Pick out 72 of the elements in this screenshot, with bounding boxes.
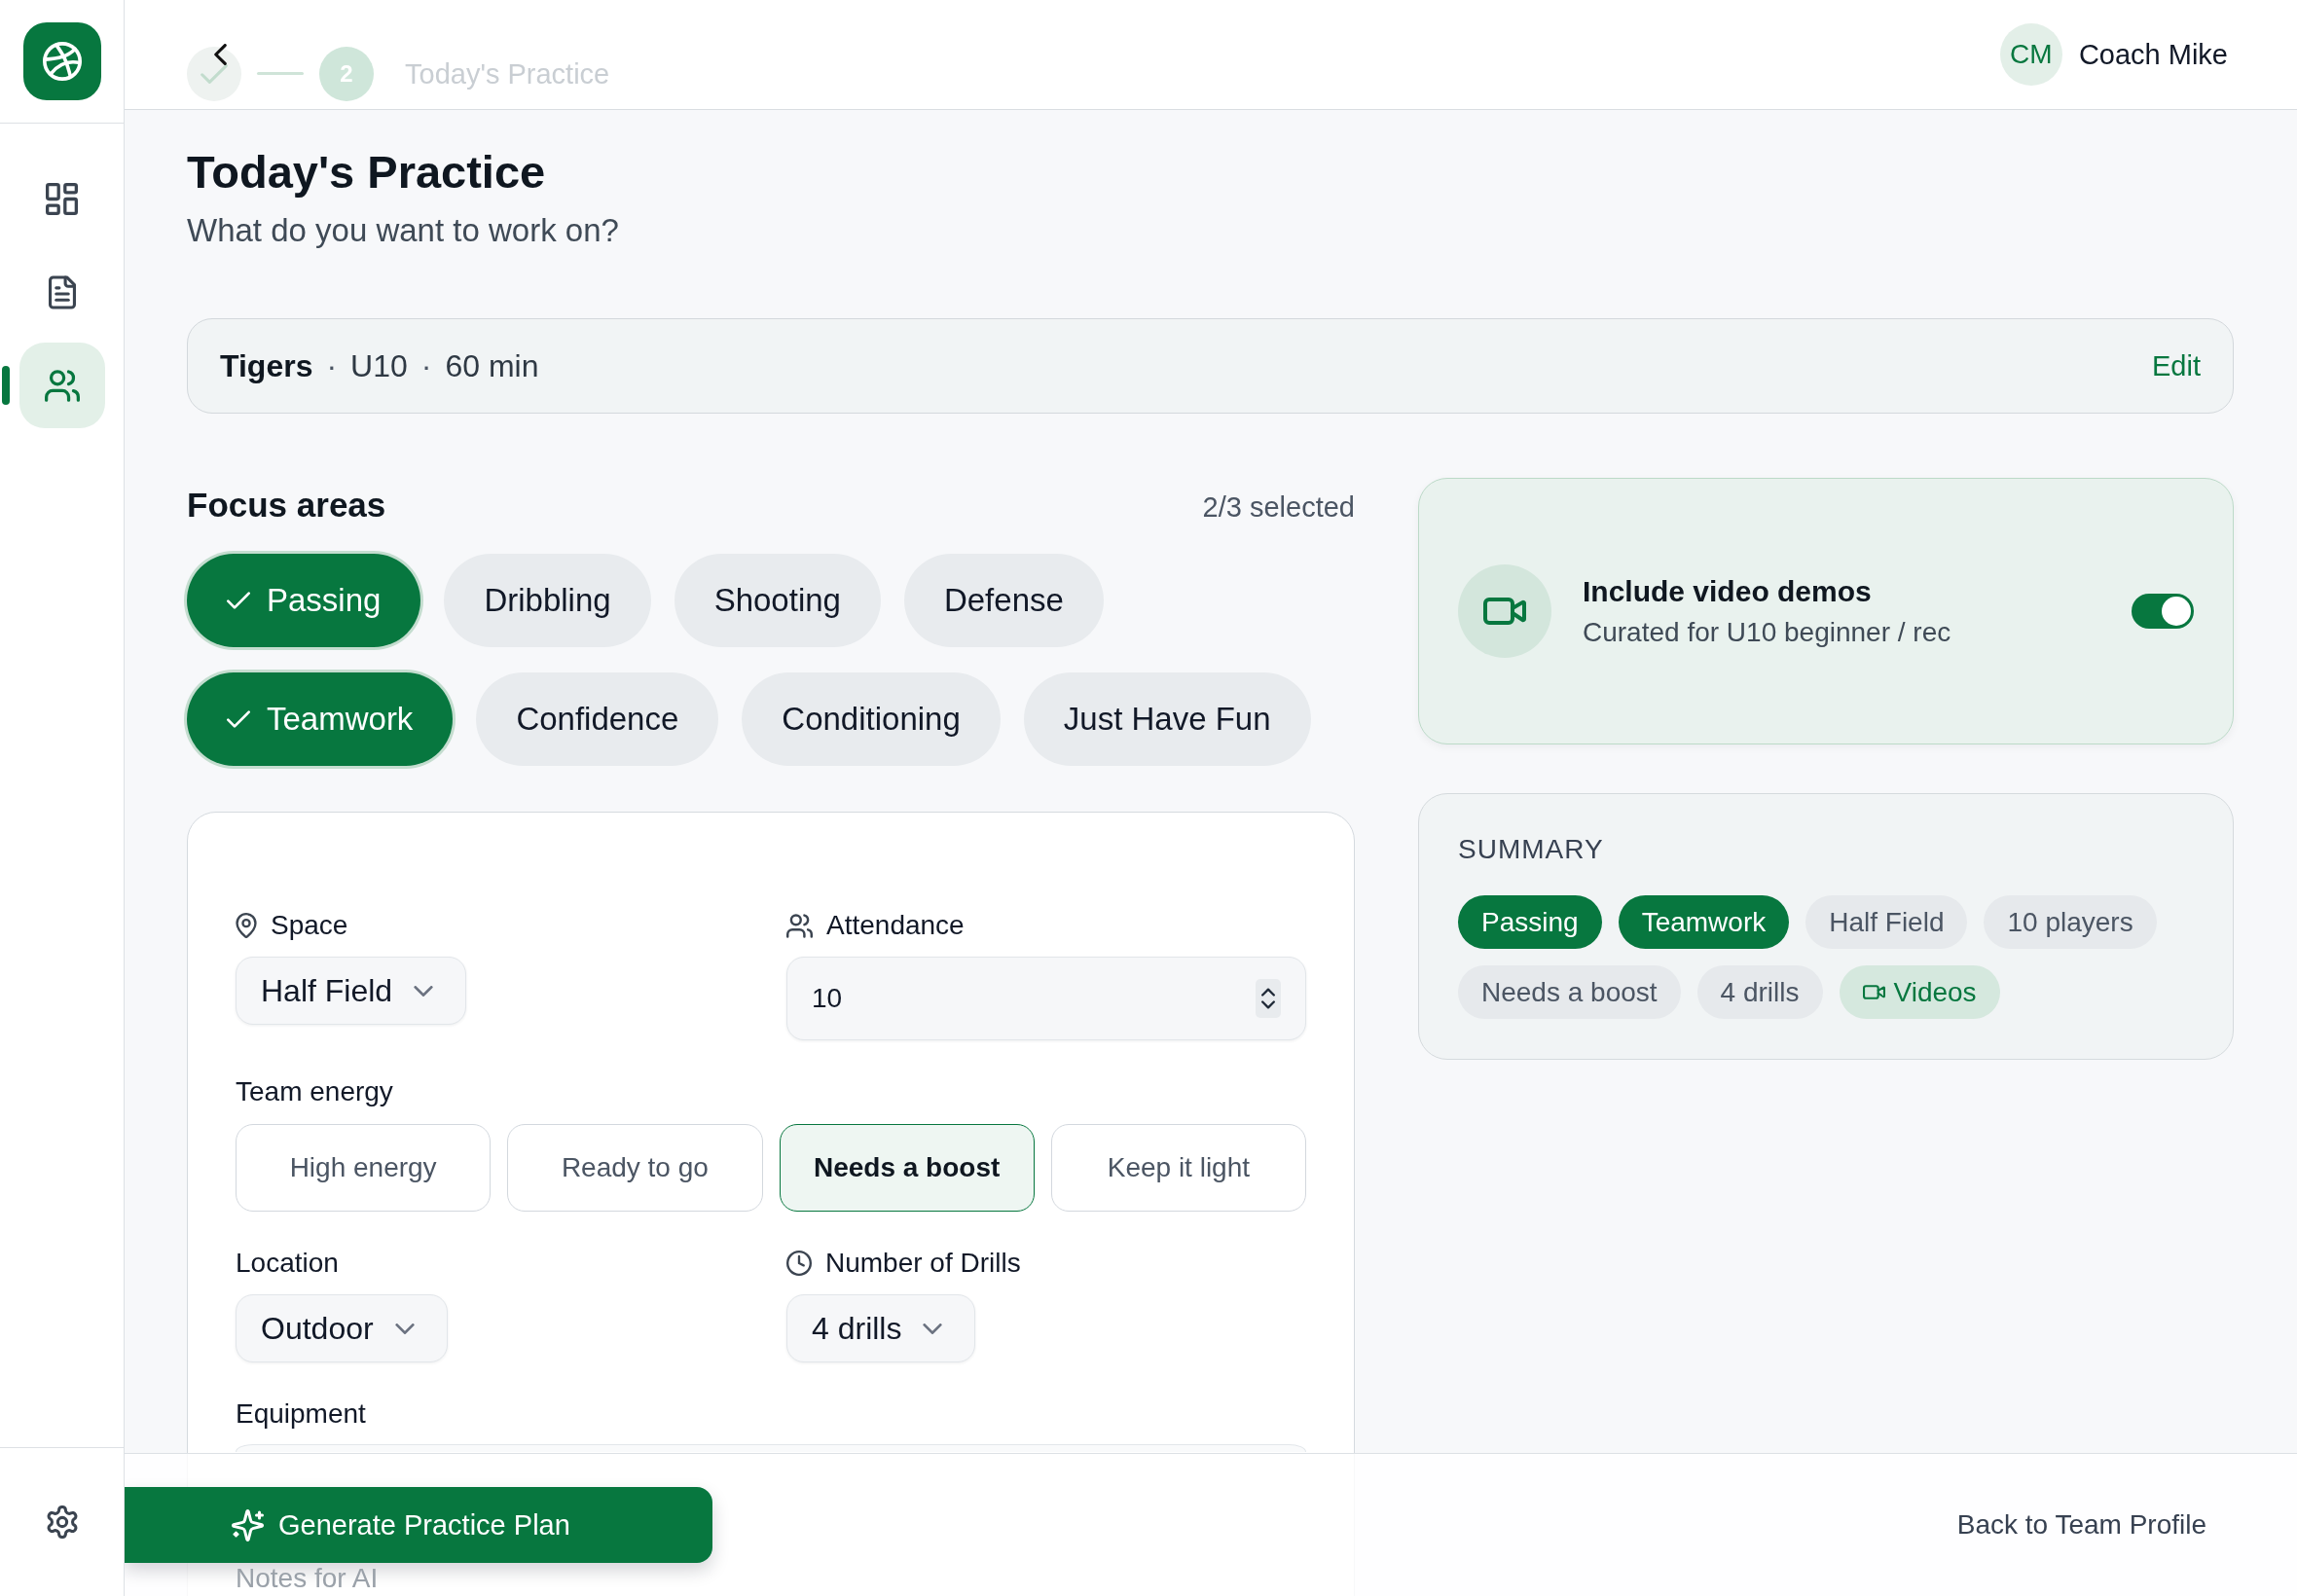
focus-chip[interactable]: Shooting	[674, 554, 881, 647]
separator: ·	[420, 347, 432, 384]
space-select[interactable]: Half Field	[236, 957, 467, 1025]
energy-option[interactable]: Needs a boost	[779, 1124, 1035, 1212]
focus-chip[interactable]: Just Have Fun	[1023, 672, 1311, 766]
tag-label: Videos	[1893, 976, 1977, 1008]
edit-link[interactable]: Edit	[2152, 349, 2201, 382]
team-detail: U10	[350, 347, 408, 384]
active-indicator	[2, 366, 10, 405]
document-icon	[48, 274, 76, 309]
summary-tag: Passing	[1458, 895, 1602, 949]
drills-select[interactable]: 4 drills	[786, 1294, 976, 1362]
nav-item[interactable]	[46, 182, 78, 215]
people-icon	[44, 369, 80, 402]
equipment-field[interactable]	[236, 1444, 1306, 1452]
chevron-down-icon	[923, 1323, 943, 1334]
up-down-arrows-icon[interactable]	[1256, 979, 1281, 1018]
clock-icon	[786, 1251, 812, 1276]
focus-chip[interactable]: Defense	[903, 554, 1104, 647]
grid-icon	[46, 182, 78, 215]
chevron-left-icon	[214, 44, 227, 65]
generate-plan-button[interactable]: Generate Practice Plan	[125, 1487, 712, 1563]
summary-tag: 10 players	[1984, 895, 2157, 949]
summary-heading: SUMMARY	[1458, 833, 1604, 866]
toggle-switch[interactable]	[2132, 594, 2194, 629]
energy-option[interactable]: Ready to go	[507, 1124, 763, 1212]
focus-chip[interactable]: Passing	[187, 554, 421, 647]
focus-chip[interactable]: Teamwork	[187, 672, 454, 766]
user-name: Coach Mike	[2078, 38, 2228, 71]
summary-tag: Half Field	[1805, 895, 1968, 949]
focus-chip[interactable]: Confidence	[476, 672, 719, 766]
check-icon	[227, 592, 250, 609]
summary-tag: Needs a boost	[1458, 965, 1681, 1019]
summary-tag: 4 drills	[1696, 965, 1823, 1019]
chevron-down-icon	[414, 985, 434, 997]
focus-chip[interactable]: Conditioning	[742, 672, 1001, 766]
location-pin-icon	[236, 913, 257, 938]
field-label: Space	[271, 909, 348, 942]
people-icon	[786, 913, 813, 938]
location-select[interactable]: Outdoor	[236, 1294, 448, 1362]
page-subtitle: What do you want to work on?	[187, 211, 619, 250]
nav-item[interactable]	[48, 274, 76, 309]
sparkles-icon	[232, 1508, 264, 1542]
field-label: Team energy	[236, 1075, 393, 1108]
separator: ·	[326, 347, 338, 384]
chevron-down-icon	[394, 1323, 415, 1334]
attendance-input[interactable]: 10	[786, 957, 1306, 1040]
page-title: Today's Practice	[187, 145, 546, 200]
back-button[interactable]	[214, 44, 227, 65]
settings-icon[interactable]	[45, 1505, 79, 1539]
back-link[interactable]: Back to Team Profile	[1956, 1509, 2206, 1541]
video-camera-icon	[1862, 985, 1885, 999]
energy-option[interactable]: Keep it light	[1050, 1124, 1306, 1212]
avatar-initials: CM	[1999, 23, 2062, 86]
nav-item[interactable]	[18, 343, 105, 428]
focus-chip[interactable]: Dribbling	[444, 554, 651, 647]
step-connector	[257, 72, 304, 75]
field-label: Number of Drills	[825, 1247, 1021, 1280]
energy-option[interactable]: High energy	[236, 1124, 492, 1212]
check-icon	[227, 710, 250, 728]
team-detail: 60 min	[445, 347, 539, 384]
field-label: Equipment	[236, 1397, 366, 1431]
option-description: Curated for U10 beginner / rec	[1583, 616, 1951, 649]
field-label: Attendance	[826, 909, 965, 942]
team-name: Tigers	[220, 347, 313, 384]
ball-logo-icon	[22, 22, 101, 100]
selection-count: 2/3 selected	[1202, 491, 1355, 524]
section-title: Focus areas	[187, 485, 386, 526]
field-label: Location	[236, 1247, 339, 1280]
option-title: Include video demos	[1583, 574, 1872, 609]
summary-tag: Teamwork	[1618, 895, 1790, 949]
field-label: Notes for AI	[236, 1563, 379, 1594]
